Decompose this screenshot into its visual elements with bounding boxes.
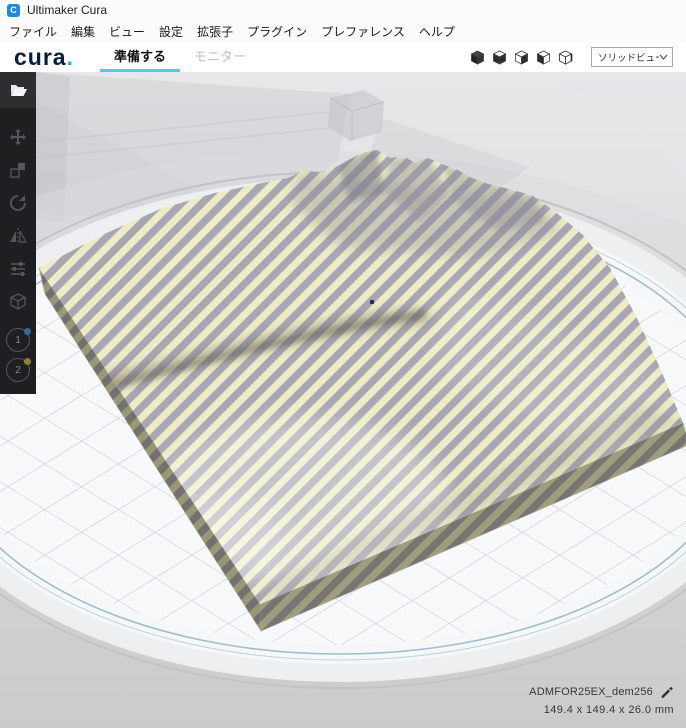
scale-tool-button[interactable] (0, 153, 36, 186)
view-right-button[interactable] (557, 49, 574, 66)
view-3d-button[interactable] (469, 49, 486, 66)
open-file-button[interactable] (0, 72, 36, 108)
menu-view[interactable]: ビュー (102, 23, 152, 40)
tool-sidebar: 1 2 (0, 72, 36, 394)
cura-app-icon: C (7, 3, 20, 17)
tab-prepare[interactable]: 準備する (99, 42, 180, 72)
menu-settings[interactable]: 設定 (152, 23, 190, 40)
menu-preferences[interactable]: プレファレンス (314, 23, 412, 40)
stage-tabs: 準備する モニター (99, 42, 260, 72)
extruder-1-button[interactable]: 1 (6, 328, 31, 352)
move-tool-icon (10, 128, 26, 145)
extruder-1-material-dot (24, 328, 31, 335)
view-mode-value: ソリッドビュー (598, 53, 659, 64)
adjustment-tools (0, 120, 36, 318)
per-model-settings-button[interactable] (0, 252, 36, 285)
viewport-3d[interactable]: 1 2 ADMFOR25EX_dem256 149.4 x 149.4 x 26… (0, 72, 686, 728)
menu-plugins[interactable]: プラグイン (240, 23, 314, 40)
view-front-button[interactable] (491, 49, 508, 66)
model-name-label: ADMFOR25EX_dem256 (529, 686, 653, 698)
view-left-button[interactable] (535, 49, 552, 66)
menu-bar: ファイル 編集 ビュー 設定 拡張子 プラグイン プレファレンス ヘルプ (0, 20, 686, 42)
rotate-tool-button[interactable] (0, 186, 36, 219)
model-info-panel: ADMFOR25EX_dem256 149.4 x 149.4 x 26.0 m… (529, 685, 674, 716)
model-origin-dot (370, 300, 374, 304)
mirror-tool-icon (10, 227, 28, 244)
extruder-selector: 1 2 (0, 328, 36, 386)
menu-extensions[interactable]: 拡張子 (190, 23, 240, 40)
extruder-2-material-dot (24, 358, 31, 365)
mirror-tool-button[interactable] (0, 219, 36, 252)
open-folder-icon (11, 85, 27, 96)
chevron-down-icon (659, 54, 668, 60)
move-tool-button[interactable] (0, 120, 36, 153)
view-mode-dropdown[interactable]: ソリッドビュー (591, 47, 673, 67)
header-bar: cura. 準備する モニター ソリッドビュー (0, 42, 686, 72)
support-blocker-icon (10, 292, 26, 310)
rotate-tool-icon (10, 194, 26, 211)
window-title: Ultimaker Cura (27, 3, 108, 17)
cura-logo: cura. (14, 43, 74, 70)
support-blocker-button[interactable] (0, 285, 36, 318)
rename-pencil-icon[interactable] (660, 685, 674, 699)
scene-canvas (0, 72, 686, 728)
view-controls: ソリッドビュー (469, 42, 686, 72)
model-dimensions-label: 149.4 x 149.4 x 26.0 mm (543, 704, 674, 716)
menu-file[interactable]: ファイル (2, 23, 64, 40)
menu-edit[interactable]: 編集 (64, 23, 102, 40)
scale-tool-icon (10, 162, 25, 178)
view-top-button[interactable] (513, 49, 530, 66)
title-bar: C Ultimaker Cura (0, 0, 686, 20)
per-model-settings-icon (11, 261, 25, 276)
menu-help[interactable]: ヘルプ (412, 23, 462, 40)
tab-monitor[interactable]: モニター (180, 42, 260, 72)
extruder-2-button[interactable]: 2 (6, 358, 31, 382)
